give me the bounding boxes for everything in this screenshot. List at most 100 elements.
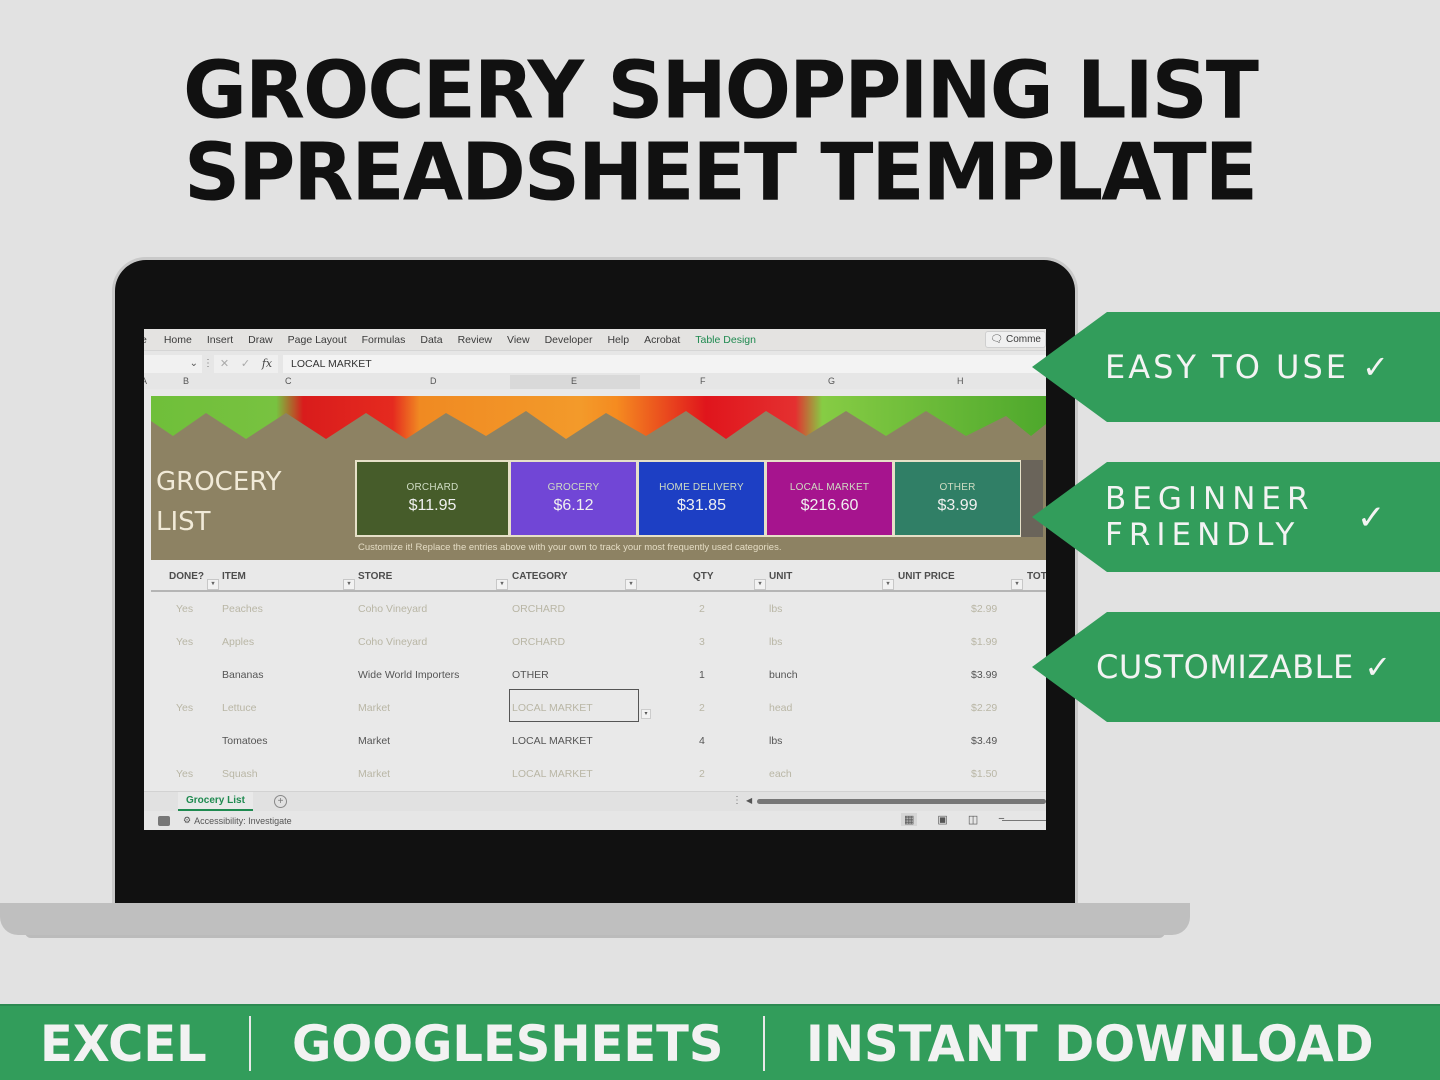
category-card-orchard[interactable]: ORCHARD $11.95 (355, 460, 510, 537)
cell-item[interactable]: Peaches (222, 603, 263, 615)
cell-unit[interactable]: each (769, 768, 792, 780)
cell-store[interactable]: Coho Vineyard (358, 603, 427, 615)
table-row[interactable]: Yes Apples Coho Vineyard ORCHARD 3 lbs $… (151, 627, 1046, 660)
scroll-splitter-icon[interactable]: ⋮ (732, 795, 742, 806)
sheet-tab-grocery-list[interactable]: Grocery List (178, 792, 253, 811)
cell-category[interactable]: ORCHARD (512, 636, 565, 648)
column-header-d[interactable]: D (430, 376, 437, 386)
ribbon-tab-review[interactable]: Review (458, 334, 492, 346)
category-amount: $31.85 (677, 497, 726, 514)
cell-category[interactable]: OTHER (512, 669, 549, 681)
cell-unit[interactable]: lbs (769, 735, 782, 747)
filter-qty-button[interactable]: ▾ (754, 579, 766, 590)
cell-qty[interactable]: 2 (699, 702, 705, 714)
formula-input[interactable]: LOCAL MARKET (283, 354, 1046, 373)
cell-store[interactable]: Market (358, 735, 390, 747)
cell-price[interactable]: $2.99 (971, 603, 997, 615)
cell-qty[interactable]: 2 (699, 768, 705, 780)
ribbon-tab-file[interactable]: e (144, 334, 147, 346)
cell-price[interactable]: $3.49 (971, 735, 997, 747)
column-header-g[interactable]: G (828, 376, 835, 386)
page-layout-view-icon[interactable]: ▣ (937, 813, 947, 826)
ribbon-tab-page-layout[interactable]: Page Layout (288, 334, 347, 346)
name-box[interactable]: ⌄ (144, 354, 202, 373)
cell-unit[interactable]: bunch (769, 669, 798, 681)
cell-done[interactable]: Yes (176, 702, 193, 714)
cell-store[interactable]: Coho Vineyard (358, 636, 427, 648)
header-total: TOT (1027, 571, 1046, 582)
formula-bar-grip-icon[interactable]: ⋮ (202, 358, 214, 369)
cell-item[interactable]: Apples (222, 636, 254, 648)
accessibility-status[interactable]: ⚙ Accessibility: Investigate (183, 815, 292, 826)
cell-unit[interactable]: head (769, 702, 792, 714)
insert-function-icon[interactable]: fx (262, 357, 272, 370)
zoom-slider[interactable] (1002, 820, 1046, 821)
cell-qty[interactable]: 3 (699, 636, 705, 648)
horizontal-scrollbar[interactable] (757, 799, 1046, 804)
column-header-f[interactable]: F (700, 376, 706, 386)
column-header-b[interactable]: B (183, 376, 189, 386)
cell-qty[interactable]: 2 (699, 603, 705, 615)
page-break-view-icon[interactable]: ◫ (968, 813, 978, 826)
comments-button[interactable]: 🗨 Comme (985, 331, 1046, 348)
column-header-h[interactable]: H (957, 376, 964, 386)
ribbon-tab-formulas[interactable]: Formulas (362, 334, 406, 346)
cell-item[interactable]: Squash (222, 768, 258, 780)
cell-item[interactable]: Bananas (222, 669, 263, 681)
cell-done[interactable]: Yes (176, 603, 193, 615)
table-row[interactable]: Tomatoes Market LOCAL MARKET 4 lbs $3.49 (151, 726, 1046, 759)
cell-price[interactable]: $1.99 (971, 636, 997, 648)
cell-price[interactable]: $1.50 (971, 768, 997, 780)
ribbon-tab-view[interactable]: View (507, 334, 530, 346)
add-sheet-icon[interactable]: + (274, 795, 287, 808)
active-cell-selection[interactable] (509, 689, 639, 722)
ribbon-tab-home[interactable]: Home (164, 334, 192, 346)
cell-price[interactable]: $2.29 (971, 702, 997, 714)
cell-done[interactable]: Yes (176, 636, 193, 648)
filter-unit-button[interactable]: ▾ (882, 579, 894, 590)
cell-category[interactable]: LOCAL MARKET (512, 768, 593, 780)
ribbon-tab-table-design[interactable]: Table Design (695, 334, 756, 346)
column-header-c[interactable]: C (285, 376, 292, 386)
cell-store[interactable]: Market (358, 768, 390, 780)
ribbon-tab-acrobat[interactable]: Acrobat (644, 334, 680, 346)
scroll-left-icon[interactable]: ◀ (746, 796, 752, 805)
cell-store[interactable]: Wide World Importers (358, 669, 459, 681)
table-row[interactable]: Yes Squash Market LOCAL MARKET 2 each $1… (151, 759, 1046, 792)
cell-store[interactable]: Market (358, 702, 390, 714)
filter-done-button[interactable]: ▾ (207, 579, 219, 590)
filter-item-button[interactable]: ▾ (343, 579, 355, 590)
category-card-home-delivery[interactable]: HOME DELIVERY $31.85 (637, 460, 766, 537)
cell-qty[interactable]: 1 (699, 669, 705, 681)
table-row[interactable]: Yes Peaches Coho Vineyard ORCHARD 2 lbs … (151, 594, 1046, 627)
enter-icon[interactable]: ✓ (241, 357, 250, 370)
cell-item[interactable]: Lettuce (222, 702, 256, 714)
ribbon-tab-data[interactable]: Data (420, 334, 442, 346)
filter-store-button[interactable]: ▾ (496, 579, 508, 590)
cancel-icon[interactable]: ✕ (220, 357, 229, 370)
badge-easy-to-use: EASY TO USE ✓ (1032, 312, 1440, 422)
ribbon-tab-draw[interactable]: Draw (248, 334, 273, 346)
ribbon-tab-developer[interactable]: Developer (545, 334, 593, 346)
cell-category[interactable]: LOCAL MARKET (512, 735, 593, 747)
filter-unit-price-button[interactable]: ▾ (1011, 579, 1023, 590)
column-header-e[interactable]: E (571, 376, 577, 386)
header-item: ITEM (222, 571, 246, 582)
category-card-local-market[interactable]: LOCAL MARKET $216.60 (765, 460, 894, 537)
cell-category[interactable]: ORCHARD (512, 603, 565, 615)
macro-recorder-icon[interactable] (158, 815, 170, 826)
cell-dropdown-button[interactable]: ▾ (641, 709, 651, 719)
filter-category-button[interactable]: ▾ (625, 579, 637, 590)
ribbon-tab-help[interactable]: Help (607, 334, 629, 346)
cell-qty[interactable]: 4 (699, 735, 705, 747)
cell-item[interactable]: Tomatoes (222, 735, 268, 747)
column-header-a[interactable]: A (144, 376, 147, 386)
cell-unit[interactable]: lbs (769, 636, 782, 648)
category-card-other[interactable]: OTHER $3.99 (893, 460, 1022, 537)
cell-done[interactable]: Yes (176, 768, 193, 780)
ribbon-tab-insert[interactable]: Insert (207, 334, 233, 346)
cell-price[interactable]: $3.99 (971, 669, 997, 681)
normal-view-icon[interactable]: ▦ (901, 813, 918, 826)
category-card-grocery[interactable]: GROCERY $6.12 (509, 460, 638, 537)
cell-unit[interactable]: lbs (769, 603, 782, 615)
